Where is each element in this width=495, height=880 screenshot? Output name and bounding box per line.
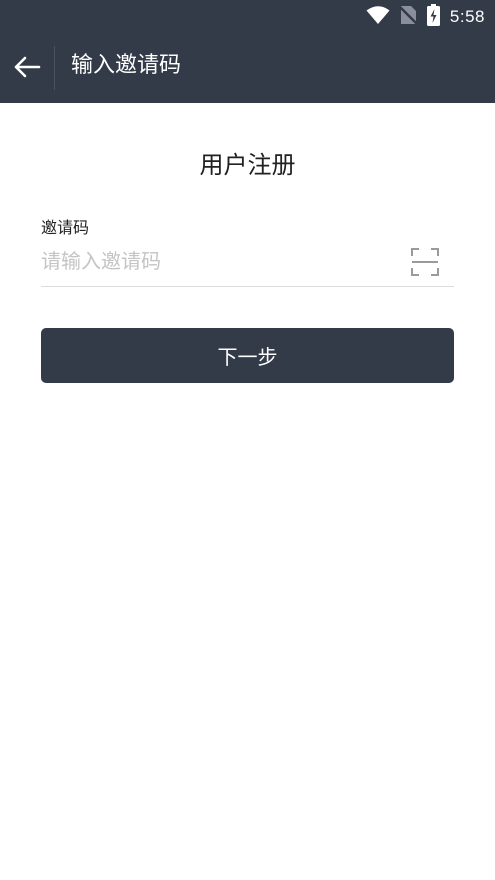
invite-code-label: 邀请码 [41, 218, 90, 237]
invite-code-input[interactable] [41, 238, 391, 284]
app-bar-title: 输入邀请码 [71, 53, 182, 78]
battery-charging-icon [426, 4, 440, 30]
back-button[interactable] [0, 34, 54, 103]
status-icons: 5:58 [366, 4, 485, 30]
no-sim-icon [399, 5, 418, 29]
next-step-button[interactable]: 下一步 [41, 328, 454, 383]
app-bar: 输入邀请码 [0, 34, 495, 103]
status-bar: 5:58 [0, 0, 495, 34]
register-screen: 5:58 输入邀请码 用户注册 邀请码 下一步 [0, 0, 495, 880]
arrow-left-icon [13, 55, 41, 83]
app-bar-divider [54, 46, 55, 90]
status-time: 5:58 [449, 7, 485, 26]
wifi-icon [366, 5, 390, 29]
scan-button[interactable] [410, 247, 440, 277]
invite-code-field [41, 238, 454, 287]
page-title: 用户注册 [199, 151, 296, 179]
scan-icon [410, 248, 440, 281]
